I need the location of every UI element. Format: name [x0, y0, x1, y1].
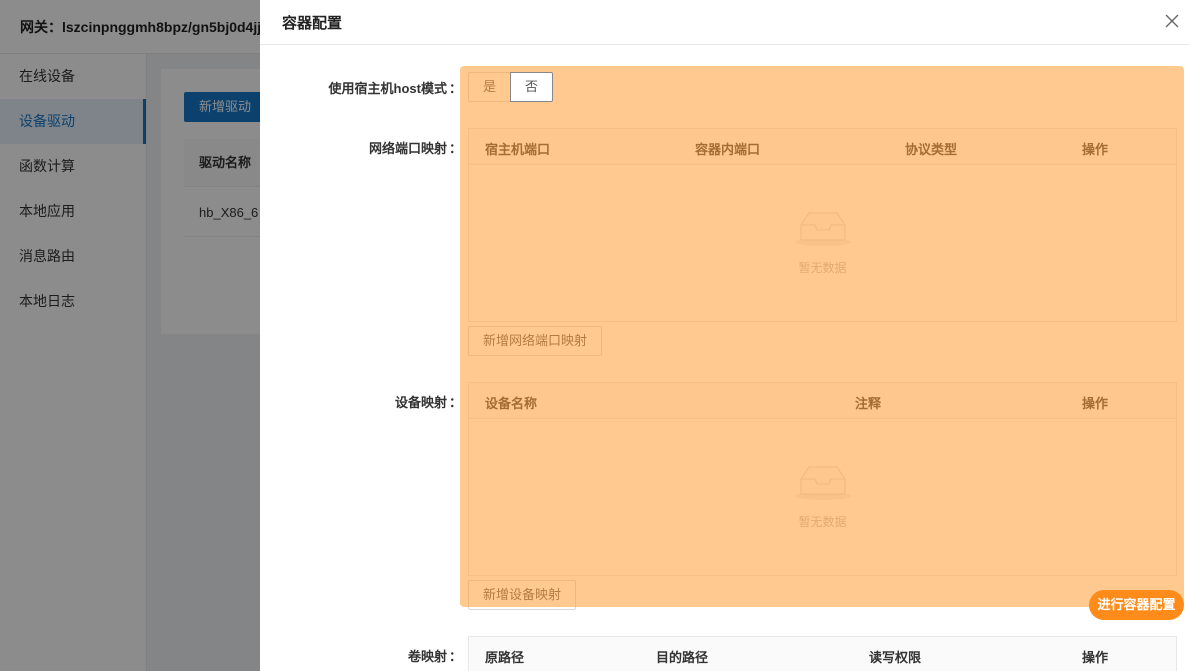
empty-text: 暂无数据 [798, 515, 847, 529]
device-mapping-table: 设备名称 注释 操作 暂无数据 [468, 382, 1177, 576]
device-mapping-label: 设备映射： [260, 392, 462, 411]
column-note: 注释 [855, 396, 882, 411]
column-protocol-type: 协议类型 [905, 142, 958, 157]
empty-text: 暂无数据 [798, 261, 847, 275]
host-mode-label-text: 使用宿主机host模式 [328, 81, 447, 96]
host-mode-radio-group: 是 否 [468, 72, 554, 102]
add-device-mapping-button[interactable]: 新增设备映射 [468, 580, 577, 610]
port-mapping-table-header: 宿主机端口 容器内端口 协议类型 操作 [469, 129, 1176, 165]
port-mapping-table: 宿主机端口 容器内端口 协议类型 操作 暂无数据 [468, 128, 1177, 322]
volume-mapping-table: 原路径 目的路径 读写权限 操作 [468, 636, 1177, 671]
port-mapping-label: 网络端口映射： [260, 138, 462, 157]
empty-inbox-icon [794, 466, 851, 500]
column-device-name: 设备名称 [485, 396, 538, 411]
column-operation: 操作 [1082, 142, 1109, 157]
volume-mapping-table-header: 原路径 目的路径 读写权限 操作 [469, 637, 1176, 671]
device-mapping-table-header: 设备名称 注释 操作 [469, 383, 1176, 419]
device-mapping-empty: 暂无数据 [469, 419, 1176, 575]
host-mode-no-option[interactable]: 否 [510, 72, 554, 102]
column-host-port: 宿主机端口 [485, 142, 551, 157]
column-container-port: 容器内端口 [695, 142, 761, 157]
column-source-path: 原路径 [485, 650, 525, 665]
action-tag: 进行容器配置 [1089, 590, 1184, 620]
column-rw-permission: 读写权限 [869, 650, 922, 665]
add-port-mapping-button[interactable]: 新增网络端口映射 [468, 326, 603, 356]
drawer-header: 容器配置 [260, 0, 1189, 45]
host-mode-label: 使用宿主机host模式： [260, 78, 462, 97]
column-operation: 操作 [1082, 396, 1109, 411]
device-mapping-label-text: 设备映射 [394, 395, 447, 410]
host-mode-colon: ： [448, 81, 462, 96]
empty-inbox-icon [794, 212, 851, 246]
port-mapping-label-text: 网络端口映射 [368, 141, 447, 156]
container-config-drawer: 容器配置 使用宿主机host模式： 是 否 网络端口映射： 宿主机端口 容器内端… [260, 0, 1189, 671]
device-mapping-colon: ： [448, 395, 462, 410]
close-icon[interactable] [1163, 12, 1181, 30]
volume-mapping-label: 卷映射： [260, 646, 462, 665]
column-target-path: 目的路径 [656, 650, 709, 665]
volume-mapping-colon: ： [448, 649, 462, 664]
column-operation: 操作 [1082, 650, 1109, 665]
port-mapping-empty: 暂无数据 [469, 165, 1176, 321]
drawer-title: 容器配置 [282, 15, 343, 32]
host-mode-yes-option[interactable]: 是 [468, 72, 512, 102]
volume-mapping-label-text: 卷映射 [407, 649, 447, 664]
port-mapping-colon: ： [448, 141, 462, 156]
